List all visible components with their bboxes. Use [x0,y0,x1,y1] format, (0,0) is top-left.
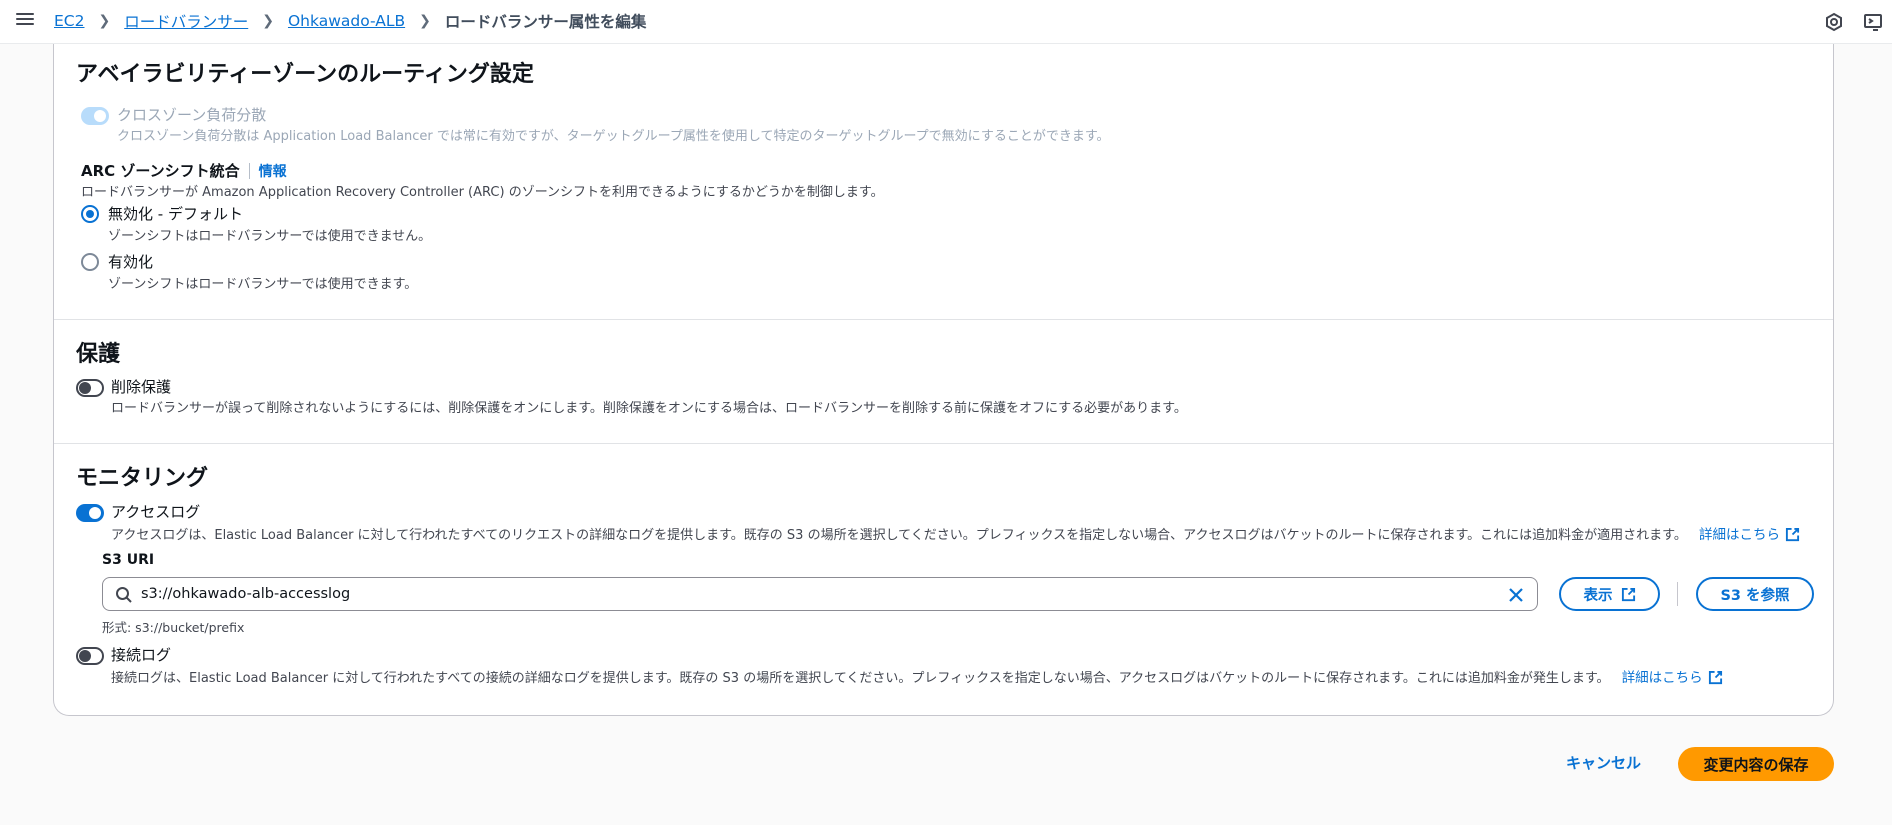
section-divider [54,443,1833,444]
external-link-icon [1785,527,1800,542]
chevron-right-icon: ❯ [262,13,274,29]
external-link-icon [1708,670,1722,685]
notification-icon[interactable] [1823,11,1845,33]
chevron-right-icon: ❯ [98,13,111,29]
deletion-protection-description: ロードバランサーが誤って削除されないようにするには、削除保護をオンにします。削除… [111,401,1187,416]
arc-radio-enabled[interactable] [81,253,99,271]
breadcrumb: EC2 ❯ ロードバランサー ❯ Ohkawado-ALB ❯ ロードバランサー… [54,10,646,32]
s3-uri-search-field[interactable] [102,577,1538,611]
clear-icon[interactable] [1507,586,1525,604]
s3-uri-format-hint: 形式: s3://bucket/prefix [102,620,245,635]
cross-zone-description: クロスゾーン負荷分散は Application Load Balancer では… [117,129,1110,144]
access-log-learn-more-link[interactable]: 詳細はこちら [1699,527,1800,543]
arc-option-enabled-desc: ゾーンシフトはロードバランサーでは使用できます。 [108,277,418,292]
arc-label-row: ARC ゾーンシフト統合 情報 [81,160,287,181]
info-separator [248,162,250,179]
arc-option-disabled-desc: ゾーンシフトはロードバランサーでは使用できません。 [108,229,432,244]
search-icon [116,587,132,603]
s3-uri-input[interactable] [141,584,1481,604]
breadcrumb-ec2[interactable]: EC2 [54,12,84,30]
arc-option-disabled-label[interactable]: 無効化 - デフォルト [108,203,243,224]
arc-info-link[interactable]: 情報 [259,161,287,181]
arc-description: ロードバランサーが Amazon Application Recovery Co… [81,185,884,200]
button-separator [1677,582,1678,606]
arc-option-enabled-label[interactable]: 有効化 [108,251,153,272]
access-log-label: アクセスログ [111,503,201,521]
deletion-protection-toggle[interactable] [76,379,104,397]
section-divider [54,319,1833,320]
connection-log-description: 接続ログは、Elastic Load Balancer に対して行われたすべての… [111,671,1610,686]
cross-zone-label: クロスゾーン負荷分散 [117,106,267,124]
s3-uri-label: S3 URI [102,552,155,568]
section-title-protection: 保護 [76,342,121,367]
section-title-monitoring: モニタリング [76,466,209,491]
cancel-button[interactable]: キャンセル [1566,752,1641,773]
access-log-toggle[interactable] [76,504,104,522]
breadcrumb-current: ロードバランサー属性を編集 [444,13,647,31]
browse-s3-button[interactable]: S3 を参照 [1696,577,1814,611]
learn-more-text: 詳細はこちら [1699,527,1781,543]
view-button-label: 表示 [1583,587,1613,604]
external-link-icon [1621,587,1635,601]
view-s3-button[interactable]: 表示 [1559,577,1660,611]
connection-log-learn-more-link[interactable]: 詳細はこちら [1622,670,1723,686]
arc-radio-disabled[interactable] [81,205,99,223]
section-title-az-routing: アベイラビリティーゾーンのルーティング設定 [76,62,534,87]
connection-log-description-row: 接続ログは、Elastic Load Balancer に対して行われたすべての… [111,666,1723,686]
save-changes-button[interactable]: 変更内容の保存 [1678,747,1834,781]
hamburger-menu-icon[interactable] [14,10,36,30]
connection-log-toggle[interactable] [76,647,104,665]
deletion-protection-label: 削除保護 [111,378,172,396]
access-log-description-row: アクセスログは、Elastic Load Balancer に対して行われたすべ… [111,523,1800,543]
access-log-description: アクセスログは、Elastic Load Balancer に対して行われたすべ… [111,528,1687,543]
breadcrumb-load-balancers[interactable]: ロードバランサー [124,10,248,32]
cloudshell-icon[interactable] [1862,11,1884,33]
learn-more-text: 詳細はこちら [1621,670,1703,686]
attributes-panel: アベイラビリティーゾーンのルーティング設定 クロスゾーン負荷分散 クロスゾーン負… [53,44,1834,716]
arc-label: ARC ゾーンシフト統合 [81,162,240,180]
top-bar: EC2 ❯ ロードバランサー ❯ Ohkawado-ALB ❯ ロードバランサー… [0,0,1892,44]
connection-log-label: 接続ログ [111,646,172,664]
breadcrumb-alb[interactable]: Ohkawado-ALB [288,12,405,30]
chevron-right-icon: ❯ [419,13,431,29]
cross-zone-toggle [81,107,109,125]
